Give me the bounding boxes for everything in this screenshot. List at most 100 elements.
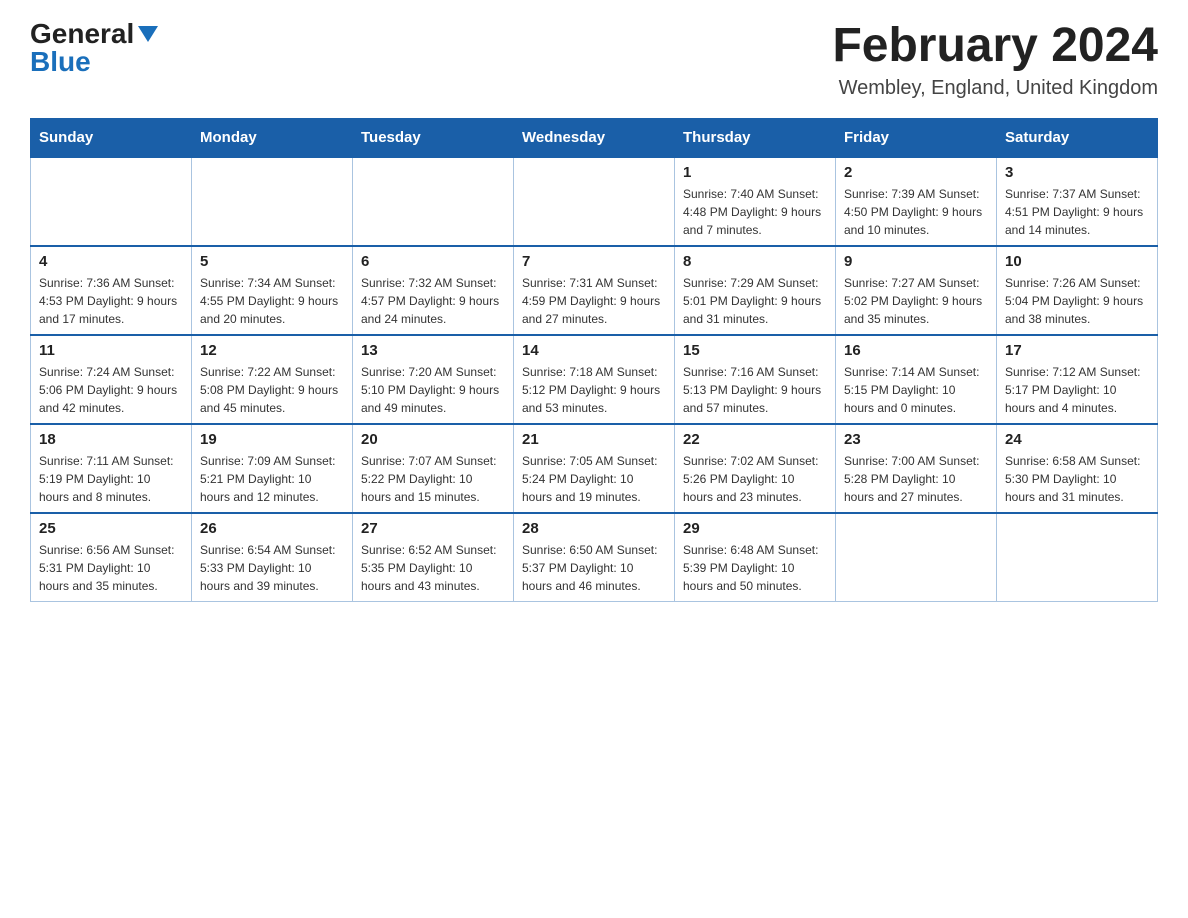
- title-area: February 2024 Wembley, England, United K…: [832, 20, 1158, 100]
- calendar-header-friday: Friday: [836, 118, 997, 157]
- page-header: General Blue February 2024 Wembley, Engl…: [30, 20, 1158, 100]
- day-info: Sunrise: 7:18 AM Sunset: 5:12 PM Dayligh…: [522, 363, 666, 417]
- calendar-cell: 25 Sunrise: 6:56 AM Sunset: 5:31 PM Dayli…: [31, 513, 192, 602]
- calendar-cell: 20 Sunrise: 7:07 AM Sunset: 5:22 PM Dayli…: [353, 424, 514, 513]
- day-info: Sunrise: 7:39 AM Sunset: 4:50 PM Dayligh…: [844, 185, 988, 239]
- calendar-week-row: 1 Sunrise: 7:40 AM Sunset: 4:48 PM Daylig…: [31, 157, 1158, 246]
- calendar-cell: 11 Sunrise: 7:24 AM Sunset: 5:06 PM Dayli…: [31, 335, 192, 424]
- day-number: 16: [844, 342, 988, 359]
- day-number: 17: [1005, 342, 1149, 359]
- calendar-cell: 24 Sunrise: 6:58 AM Sunset: 5:30 PM Dayli…: [997, 424, 1158, 513]
- day-number: 26: [200, 520, 344, 537]
- day-number: 25: [39, 520, 183, 537]
- logo-triangle-icon: [138, 26, 158, 42]
- day-info: Sunrise: 7:26 AM Sunset: 5:04 PM Dayligh…: [1005, 274, 1149, 328]
- calendar-cell: 19 Sunrise: 7:09 AM Sunset: 5:21 PM Dayli…: [192, 424, 353, 513]
- calendar-cell: 5 Sunrise: 7:34 AM Sunset: 4:55 PM Daylig…: [192, 246, 353, 335]
- calendar-header-saturday: Saturday: [997, 118, 1158, 157]
- day-info: Sunrise: 7:09 AM Sunset: 5:21 PM Dayligh…: [200, 452, 344, 506]
- calendar-cell: [31, 157, 192, 246]
- day-number: 27: [361, 520, 505, 537]
- day-info: Sunrise: 7:02 AM Sunset: 5:26 PM Dayligh…: [683, 452, 827, 506]
- day-number: 11: [39, 342, 183, 359]
- day-number: 4: [39, 253, 183, 270]
- location-subtitle: Wembley, England, United Kingdom: [832, 77, 1158, 100]
- day-number: 15: [683, 342, 827, 359]
- calendar-table: SundayMondayTuesdayWednesdayThursdayFrid…: [30, 118, 1158, 602]
- calendar-cell: [836, 513, 997, 602]
- day-info: Sunrise: 7:12 AM Sunset: 5:17 PM Dayligh…: [1005, 363, 1149, 417]
- day-info: Sunrise: 6:54 AM Sunset: 5:33 PM Dayligh…: [200, 541, 344, 595]
- day-number: 20: [361, 431, 505, 448]
- main-title: February 2024: [832, 20, 1158, 73]
- calendar-cell: 6Sunrise: 7:32 AM Sunset: 4:57 PM Daylig…: [353, 246, 514, 335]
- day-number: 24: [1005, 431, 1149, 448]
- calendar-cell: 7 Sunrise: 7:31 AM Sunset: 4:59 PM Daylig…: [514, 246, 675, 335]
- calendar-cell: 4 Sunrise: 7:36 AM Sunset: 4:53 PM Daylig…: [31, 246, 192, 335]
- day-info: Sunrise: 6:52 AM Sunset: 5:35 PM Dayligh…: [361, 541, 505, 595]
- day-info: Sunrise: 6:58 AM Sunset: 5:30 PM Dayligh…: [1005, 452, 1149, 506]
- day-number: 19: [200, 431, 344, 448]
- calendar-cell: 28 Sunrise: 6:50 AM Sunset: 5:37 PM Dayli…: [514, 513, 675, 602]
- day-number: 23: [844, 431, 988, 448]
- day-number: 7: [522, 253, 666, 270]
- day-info: Sunrise: 7:34 AM Sunset: 4:55 PM Dayligh…: [200, 274, 344, 328]
- calendar-cell: 3 Sunrise: 7:37 AM Sunset: 4:51 PM Daylig…: [997, 157, 1158, 246]
- day-info: Sunrise: 7:37 AM Sunset: 4:51 PM Dayligh…: [1005, 185, 1149, 239]
- day-info: Sunrise: 7:00 AM Sunset: 5:28 PM Dayligh…: [844, 452, 988, 506]
- calendar-header-tuesday: Tuesday: [353, 118, 514, 157]
- day-info: Sunrise: 7:31 AM Sunset: 4:59 PM Dayligh…: [522, 274, 666, 328]
- day-info: Sunrise: 7:40 AM Sunset: 4:48 PM Dayligh…: [683, 185, 827, 239]
- day-info: Sunrise: 7:05 AM Sunset: 5:24 PM Dayligh…: [522, 452, 666, 506]
- day-number: 21: [522, 431, 666, 448]
- day-number: 22: [683, 431, 827, 448]
- day-number: 28: [522, 520, 666, 537]
- day-number: 14: [522, 342, 666, 359]
- day-info: Sunrise: 6:48 AM Sunset: 5:39 PM Dayligh…: [683, 541, 827, 595]
- day-info: Sunrise: 7:16 AM Sunset: 5:13 PM Dayligh…: [683, 363, 827, 417]
- calendar-week-row: 4 Sunrise: 7:36 AM Sunset: 4:53 PM Daylig…: [31, 246, 1158, 335]
- day-number: 12: [200, 342, 344, 359]
- calendar-cell: 26 Sunrise: 6:54 AM Sunset: 5:33 PM Dayli…: [192, 513, 353, 602]
- calendar-cell: 17 Sunrise: 7:12 AM Sunset: 5:17 PM Dayli…: [997, 335, 1158, 424]
- logo: General Blue: [30, 20, 158, 76]
- calendar-cell: 18Sunrise: 7:11 AM Sunset: 5:19 PM Dayli…: [31, 424, 192, 513]
- day-info: Sunrise: 7:24 AM Sunset: 5:06 PM Dayligh…: [39, 363, 183, 417]
- day-number: 18: [39, 431, 183, 448]
- day-info: Sunrise: 7:29 AM Sunset: 5:01 PM Dayligh…: [683, 274, 827, 328]
- day-info: Sunrise: 7:07 AM Sunset: 5:22 PM Dayligh…: [361, 452, 505, 506]
- calendar-cell: 9 Sunrise: 7:27 AM Sunset: 5:02 PM Daylig…: [836, 246, 997, 335]
- calendar-cell: [514, 157, 675, 246]
- calendar-cell: 16Sunrise: 7:14 AM Sunset: 5:15 PM Dayli…: [836, 335, 997, 424]
- day-info: Sunrise: 7:32 AM Sunset: 4:57 PM Dayligh…: [361, 274, 505, 328]
- calendar-cell: 12 Sunrise: 7:22 AM Sunset: 5:08 PM Dayli…: [192, 335, 353, 424]
- calendar-cell: 29Sunrise: 6:48 AM Sunset: 5:39 PM Dayli…: [675, 513, 836, 602]
- calendar-cell: [997, 513, 1158, 602]
- day-number: 3: [1005, 164, 1149, 181]
- calendar-week-row: 25 Sunrise: 6:56 AM Sunset: 5:31 PM Dayli…: [31, 513, 1158, 602]
- day-info: Sunrise: 6:56 AM Sunset: 5:31 PM Dayligh…: [39, 541, 183, 595]
- calendar-header-wednesday: Wednesday: [514, 118, 675, 157]
- calendar-header-row: SundayMondayTuesdayWednesdayThursdayFrid…: [31, 118, 1158, 157]
- calendar-cell: 2 Sunrise: 7:39 AM Sunset: 4:50 PM Daylig…: [836, 157, 997, 246]
- day-info: Sunrise: 7:27 AM Sunset: 5:02 PM Dayligh…: [844, 274, 988, 328]
- calendar-week-row: 18Sunrise: 7:11 AM Sunset: 5:19 PM Dayli…: [31, 424, 1158, 513]
- day-number: 5: [200, 253, 344, 270]
- calendar-header-sunday: Sunday: [31, 118, 192, 157]
- day-info: Sunrise: 7:22 AM Sunset: 5:08 PM Dayligh…: [200, 363, 344, 417]
- day-number: 9: [844, 253, 988, 270]
- calendar-cell: 22 Sunrise: 7:02 AM Sunset: 5:26 PM Dayli…: [675, 424, 836, 513]
- calendar-cell: 10Sunrise: 7:26 AM Sunset: 5:04 PM Dayli…: [997, 246, 1158, 335]
- day-number: 2: [844, 164, 988, 181]
- calendar-cell: 13Sunrise: 7:20 AM Sunset: 5:10 PM Dayli…: [353, 335, 514, 424]
- day-number: 1: [683, 164, 827, 181]
- day-info: Sunrise: 6:50 AM Sunset: 5:37 PM Dayligh…: [522, 541, 666, 595]
- logo-blue-text: Blue: [30, 48, 91, 76]
- calendar-cell: [192, 157, 353, 246]
- calendar-cell: 15 Sunrise: 7:16 AM Sunset: 5:13 PM Dayli…: [675, 335, 836, 424]
- day-info: Sunrise: 7:36 AM Sunset: 4:53 PM Dayligh…: [39, 274, 183, 328]
- calendar-cell: 21 Sunrise: 7:05 AM Sunset: 5:24 PM Dayli…: [514, 424, 675, 513]
- calendar-cell: 27 Sunrise: 6:52 AM Sunset: 5:35 PM Dayli…: [353, 513, 514, 602]
- calendar-cell: [353, 157, 514, 246]
- calendar-header-thursday: Thursday: [675, 118, 836, 157]
